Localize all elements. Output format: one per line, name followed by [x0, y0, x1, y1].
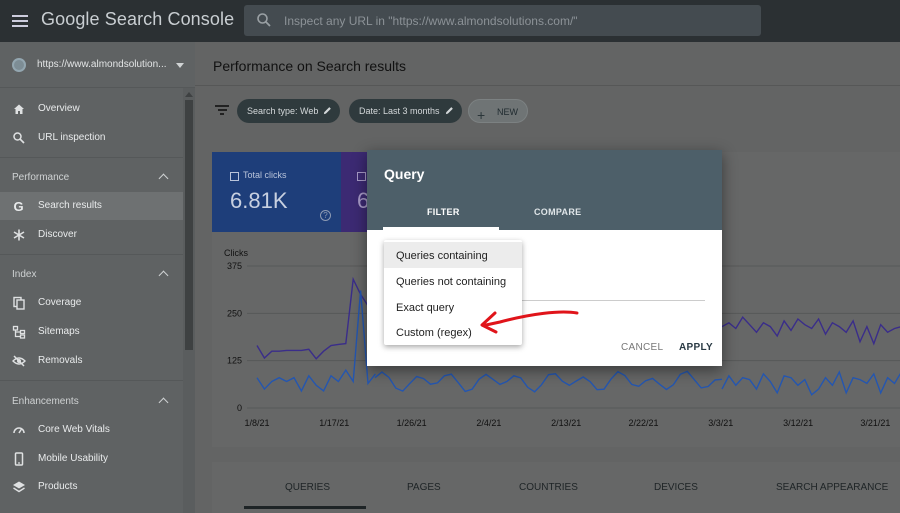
- section-performance[interactable]: Performance: [0, 164, 183, 190]
- option-label: Custom (regex): [396, 327, 472, 339]
- option-custom-regex[interactable]: Custom (regex): [384, 319, 522, 345]
- tab-devices[interactable]: DEVICES: [654, 482, 698, 493]
- sidebar-divider: [0, 380, 183, 381]
- sidebar-item-label: Overview: [38, 103, 80, 114]
- sidebar-item-label: Products: [38, 481, 78, 492]
- x-tick-label: 1/26/21: [397, 418, 427, 428]
- sidebar-item-core-web-vitals[interactable]: Core Web Vitals: [0, 416, 183, 444]
- impressions-series-line-left: [256, 276, 369, 360]
- sidebar-item-label: Removals: [38, 355, 83, 366]
- sidebar-item-label: Core Web Vitals: [38, 424, 110, 435]
- sidebar-divider: [0, 254, 183, 255]
- x-tick-label: 2/4/21: [476, 418, 501, 428]
- chevron-up-icon: [158, 397, 169, 408]
- eye-off-icon: [12, 355, 26, 367]
- dialog-header: Query FILTER COMPARE: [367, 150, 722, 230]
- sidebar-item-label: Search results: [38, 200, 102, 211]
- sidebar-item-search-results[interactable]: G Search results: [0, 192, 183, 220]
- tab-queries[interactable]: QUERIES: [285, 482, 330, 493]
- url-inspect-search[interactable]: [244, 5, 761, 36]
- sidebar-item-removals[interactable]: Removals: [0, 347, 183, 375]
- search-icon: [257, 13, 271, 27]
- x-tick-label: 3/3/21: [708, 418, 733, 428]
- sidebar-item-label: Coverage: [38, 297, 82, 308]
- y-tick-label: 375: [227, 261, 242, 271]
- chevron-up-icon: [158, 270, 169, 281]
- chevron-up-icon: [158, 173, 169, 184]
- sidebar-divider: [0, 157, 183, 158]
- sidebar-item-overview[interactable]: Overview: [0, 95, 183, 123]
- asterisk-icon: [13, 229, 25, 241]
- sidebar-item-url-inspection[interactable]: URL inspection: [0, 124, 183, 152]
- clicks-series-line-right: [721, 370, 900, 396]
- section-title: Performance: [12, 172, 70, 183]
- app-logo[interactable]: Google Search Console: [41, 9, 234, 30]
- layers-icon: [13, 481, 25, 493]
- x-tick-label: 3/21/21: [860, 418, 890, 428]
- sidebar-item-label: Mobile Usability: [38, 453, 109, 464]
- y-axis-label: Clicks: [224, 248, 248, 258]
- option-exact-query[interactable]: Exact query: [384, 294, 522, 320]
- sidebar-item-discover[interactable]: Discover: [0, 221, 183, 249]
- caret-down-icon: [176, 63, 184, 68]
- x-tick-label: 1/17/21: [319, 418, 349, 428]
- active-tab-indicator: [244, 506, 366, 509]
- section-title: Enhancements: [12, 396, 79, 407]
- section-index[interactable]: Index: [0, 261, 183, 287]
- y-tick-label: 125: [227, 356, 242, 366]
- search-icon: [13, 132, 25, 144]
- dialog-title: Query: [384, 166, 425, 182]
- filter-type-dropdown: Queries containing Queries not containin…: [384, 240, 522, 345]
- query-text-field[interactable]: [507, 300, 705, 301]
- x-tick-label: 3/12/21: [783, 418, 813, 428]
- option-queries-containing[interactable]: Queries containing: [384, 242, 522, 268]
- svg-text:G: G: [14, 199, 24, 213]
- url-inspect-input[interactable]: [284, 5, 744, 36]
- sidebar: https://www.almondsolution... Overview U…: [0, 42, 195, 513]
- sidebar-item-mobile-usability[interactable]: Mobile Usability: [0, 445, 183, 473]
- cancel-button[interactable]: CANCEL: [621, 342, 663, 353]
- top-bar: Google Search Console: [0, 0, 900, 42]
- option-label: Queries containing: [396, 250, 488, 262]
- tab-search-appearance[interactable]: SEARCH APPEARANCE: [776, 482, 888, 493]
- option-queries-not-containing[interactable]: Queries not containing: [384, 268, 522, 294]
- y-tick-label: 250: [227, 308, 242, 318]
- home-icon: [14, 104, 24, 114]
- x-tick-label: 1/8/21: [244, 418, 269, 428]
- sidebar-item-coverage[interactable]: Coverage: [0, 289, 183, 317]
- sidebar-item-products[interactable]: Products: [0, 473, 183, 501]
- sidebar-item-sitemaps[interactable]: Sitemaps: [0, 318, 183, 346]
- clicks-series-line-middle: [374, 370, 723, 393]
- sidebar-item-label: URL inspection: [38, 132, 106, 143]
- clicks-series-line-left: [256, 290, 376, 393]
- tab-pages[interactable]: PAGES: [407, 482, 441, 493]
- apply-button[interactable]: APPLY: [679, 342, 713, 353]
- dialog-tab-compare[interactable]: COMPARE: [534, 207, 581, 217]
- impressions-series-line-right: [721, 315, 900, 346]
- tab-countries[interactable]: COUNTRIES: [519, 482, 578, 493]
- sitemap-icon: [12, 325, 26, 339]
- section-title: Index: [12, 269, 37, 280]
- scroll-up-arrow-icon[interactable]: [185, 92, 193, 97]
- section-enhancements[interactable]: Enhancements: [0, 388, 183, 414]
- dialog-tab-filter[interactable]: FILTER: [427, 207, 460, 217]
- property-url: https://www.almondsolution...: [37, 59, 167, 70]
- hamburger-menu-icon[interactable]: [12, 12, 28, 30]
- x-tick-label: 2/22/21: [628, 418, 658, 428]
- property-selector[interactable]: https://www.almondsolution...: [0, 42, 195, 88]
- sidebar-scrollbar-thumb[interactable]: [185, 100, 193, 350]
- phone-icon: [14, 452, 24, 466]
- option-label: Queries not containing: [396, 276, 507, 288]
- google-g-icon: G: [14, 199, 24, 213]
- x-tick-label: 2/13/21: [551, 418, 581, 428]
- pages-icon: [13, 296, 25, 310]
- sidebar-item-label: Sitemaps: [38, 326, 80, 337]
- dialog-tab-indicator: [383, 227, 499, 230]
- globe-icon: [12, 58, 26, 72]
- y-tick-label: 0: [237, 403, 242, 413]
- option-label: Exact query: [396, 302, 455, 314]
- sidebar-item-label: Discover: [38, 229, 77, 240]
- gauge-icon: [13, 427, 25, 434]
